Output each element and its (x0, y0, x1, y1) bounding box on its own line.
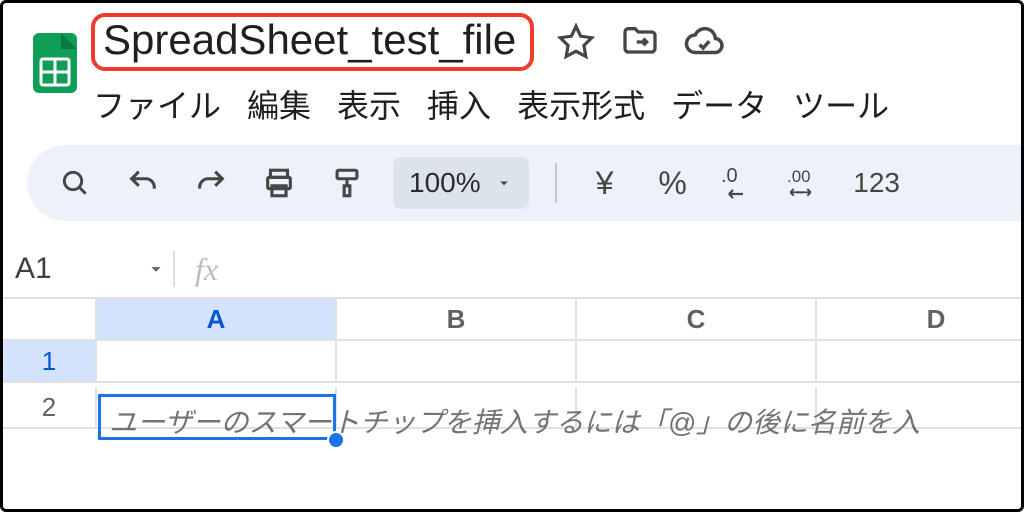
paint-format-icon[interactable] (325, 161, 369, 205)
chevron-down-icon (495, 174, 513, 192)
percent-button[interactable]: % (651, 161, 695, 205)
cloud-status-icon[interactable] (682, 20, 726, 64)
number-format-button[interactable]: 123 (855, 161, 899, 205)
redo-icon[interactable] (189, 161, 233, 205)
select-all-corner[interactable] (3, 299, 97, 341)
print-icon[interactable] (257, 161, 301, 205)
menu-tools[interactable]: ツール (793, 81, 889, 127)
zoom-dropdown[interactable]: 100% (393, 157, 529, 209)
search-icon[interactable] (53, 161, 97, 205)
cell-placeholder-hint: ユーザーのスマートチップを挿入するには「@」の後に名前を入 (109, 401, 920, 441)
column-header-row: A B C D (3, 299, 1021, 341)
menu-bar: ファイル 編集 表示 挿入 表示形式 データ ツール (91, 71, 889, 127)
undo-icon[interactable] (121, 161, 165, 205)
menu-edit[interactable]: 編集 (247, 81, 311, 127)
decrease-decimal-button[interactable]: .0 (719, 161, 763, 205)
formula-bar: A1 fx (3, 241, 1021, 299)
chevron-down-icon (145, 258, 167, 280)
cell-c1[interactable] (577, 341, 817, 383)
sheets-logo-icon (31, 31, 79, 95)
formula-bar-divider (173, 251, 175, 287)
col-header-b[interactable]: B (337, 299, 577, 341)
increase-decimal-button[interactable]: .00 (787, 161, 831, 205)
name-box-value: A1 (15, 252, 52, 286)
cell-d1[interactable] (817, 341, 1024, 383)
document-title[interactable]: SpreadSheet_test_file (91, 13, 534, 71)
col-header-a[interactable]: A (97, 299, 337, 341)
col-header-c[interactable]: C (577, 299, 817, 341)
row-header-1[interactable]: 1 (3, 341, 97, 383)
menu-insert[interactable]: 挿入 (427, 81, 491, 127)
star-icon[interactable] (554, 20, 598, 64)
toolbar-divider (555, 163, 557, 203)
svg-text:.0: .0 (721, 165, 738, 187)
row-header-2[interactable]: 2 (3, 387, 97, 429)
svg-text:.00: .00 (787, 167, 811, 186)
fx-label: fx (195, 251, 218, 288)
cell-b1[interactable] (337, 341, 577, 383)
name-box[interactable]: A1 (3, 252, 173, 286)
app-header: SpreadSheet_test_file (3, 3, 1021, 127)
menu-view[interactable]: 表示 (337, 81, 401, 127)
menu-format[interactable]: 表示形式 (517, 81, 645, 127)
zoom-value: 100% (409, 167, 481, 199)
cell-a1[interactable] (97, 341, 337, 383)
menu-file[interactable]: ファイル (93, 81, 221, 127)
menu-data[interactable]: データ (671, 81, 767, 127)
move-icon[interactable] (618, 20, 662, 64)
row-1: 1 (3, 341, 1021, 387)
col-header-d[interactable]: D (817, 299, 1024, 341)
toolbar: 100% ¥ % .0 .00 123 (27, 145, 1024, 221)
currency-button[interactable]: ¥ (583, 161, 627, 205)
